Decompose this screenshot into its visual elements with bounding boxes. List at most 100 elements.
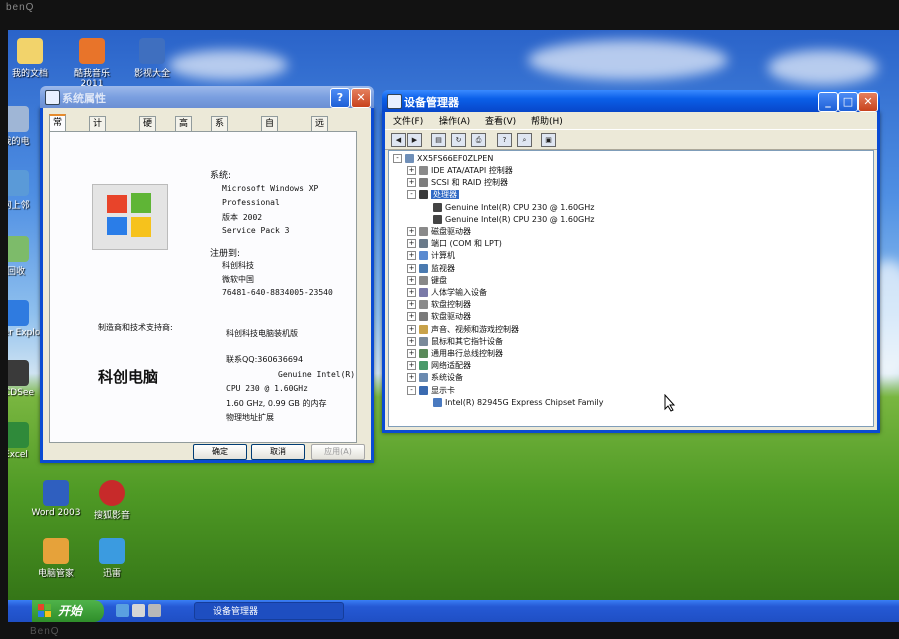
expand-icon[interactable]: +: [407, 288, 416, 297]
tree-node-label: 键盘: [431, 275, 447, 285]
expand-icon[interactable]: +: [407, 239, 416, 249]
tree-category[interactable]: + 鼠标和其它指针设备: [407, 336, 503, 348]
desktop-icon-my-documents[interactable]: 我的文档: [8, 38, 60, 79]
tree-category[interactable]: - 显示卡: [407, 385, 455, 397]
desktop-icon-thunder[interactable]: 迅雷: [82, 538, 142, 579]
desktop-icon-pc-manager[interactable]: 电脑管家: [26, 538, 86, 579]
collapse-icon: -: [393, 154, 402, 163]
print-icon[interactable]: ⎙: [471, 133, 486, 147]
oem-name: 科创科技电脑装机版: [226, 329, 298, 338]
expand-icon[interactable]: +: [407, 312, 416, 322]
tree-root-computer[interactable]: - XX5FS66EF0ZLPEN: [393, 153, 493, 165]
quick-launch-media-icon[interactable]: [148, 604, 161, 617]
collapse-icon[interactable]: -: [407, 190, 416, 200]
monitor-brand-bottom: BenQ: [30, 626, 60, 637]
tree-node-label: 通用串行总线控制器: [431, 349, 503, 358]
expand-icon[interactable]: +: [407, 166, 416, 175]
tree-node-label: 处理器: [431, 190, 459, 200]
system-properties-titlebar[interactable]: 系统属性 ? ✕: [40, 86, 374, 108]
tree-device-item[interactable]: Genuine Intel(R) CPU 230 @ 1.60GHz: [433, 202, 594, 214]
shield-icon: [43, 538, 69, 564]
tree-category[interactable]: + 端口 (COM 和 LPT): [407, 238, 502, 250]
help-icon[interactable]: ?: [497, 133, 512, 147]
expand-icon[interactable]: +: [407, 251, 416, 261]
tree-node-label: 声音、视频和游戏控制器: [431, 324, 519, 334]
device-manager-window: 设备管理器 _ □ ✕ 文件(F) 操作(A) 查看(V) 帮助(H) ◀ ▶ …: [382, 90, 880, 433]
expand-icon[interactable]: +: [407, 324, 416, 334]
expand-icon[interactable]: +: [407, 227, 416, 236]
cloud: [528, 40, 728, 80]
desktop-icon-word[interactable]: Word 2003: [26, 480, 86, 518]
collapse-icon[interactable]: -: [407, 385, 416, 395]
tree-category[interactable]: + 软盘驱动器: [407, 311, 471, 323]
taskbar-item-device-manager[interactable]: 设备管理器: [194, 602, 344, 620]
tree-category[interactable]: + 通用串行总线控制器: [407, 348, 503, 360]
desktop-icon-kuwo-music[interactable]: 酷我音乐 2011: [62, 38, 122, 89]
properties-icon[interactable]: ▤: [431, 133, 446, 147]
menu-help[interactable]: 帮助(H): [531, 114, 563, 127]
desktop-icon-sohu-video[interactable]: 搜狐影音: [82, 480, 142, 521]
refresh-icon[interactable]: ↻: [451, 133, 466, 147]
expand-icon[interactable]: +: [407, 275, 416, 285]
tree-category[interactable]: + 系统设备: [407, 372, 463, 384]
device-tree: - XX5FS66EF0ZLPEN + IDE ATA/ATAPI 控制器 + SCSI…: [388, 150, 874, 427]
help-button[interactable]: ?: [330, 88, 350, 108]
tree-category[interactable]: + 监视器: [407, 263, 455, 275]
device-manager-titlebar[interactable]: 设备管理器 _ □ ✕: [382, 90, 880, 112]
oem-label: 制造商和技术支持商:: [98, 323, 173, 332]
expand-icon[interactable]: +: [407, 349, 416, 358]
tree-category[interactable]: + 磁盘驱动器: [407, 226, 471, 238]
close-button[interactable]: ✕: [351, 88, 371, 108]
menu-view[interactable]: 查看(V): [485, 114, 516, 127]
tree-category[interactable]: + 键盘: [407, 275, 447, 287]
tab-remote[interactable]: 远程: [311, 116, 329, 143]
tree-category[interactable]: + 网络适配器: [407, 360, 471, 372]
apply-button[interactable]: 应用(A): [311, 444, 365, 460]
close-button[interactable]: ✕: [858, 92, 878, 112]
expand-icon[interactable]: +: [407, 373, 416, 383]
desktop-icon-label: 迅雷: [102, 569, 121, 579]
tree-node-label: Genuine Intel(R) CPU 230 @ 1.60GHz: [445, 202, 595, 212]
tab-advanced[interactable]: 高级: [175, 116, 193, 143]
tree-category[interactable]: + 人体学输入设备: [407, 287, 487, 299]
tree-category[interactable]: + 声音、视频和游戏控制器: [407, 324, 519, 336]
device-icon[interactable]: ▣: [541, 133, 556, 147]
scan-hardware-icon[interactable]: ⌕: [517, 133, 532, 147]
back-arrow-icon[interactable]: ◀: [391, 133, 406, 147]
os-name: Microsoft Windows XP: [222, 184, 319, 193]
tree-category[interactable]: + SCSI 和 RAID 控制器: [407, 177, 508, 189]
menu-file[interactable]: 文件(F): [393, 114, 423, 127]
tree-device-item[interactable]: Intel(R) 82945G Express Chipset Family: [433, 397, 604, 409]
quick-launch-ie-icon[interactable]: [116, 604, 129, 617]
minimize-button[interactable]: _: [818, 92, 838, 112]
expand-icon[interactable]: +: [407, 178, 416, 188]
expand-icon[interactable]: +: [407, 336, 416, 346]
tree-category[interactable]: + 软盘控制器: [407, 299, 471, 311]
desktop-icon-video[interactable]: 影视大全: [122, 38, 182, 79]
system-properties-window: 系统属性 ? ✕ 常规 计算机名 硬件 高级 系统还原 自动更新 远程 系统:: [40, 86, 374, 463]
tree-category[interactable]: + 计算机: [407, 250, 455, 262]
menu-action[interactable]: 操作(A): [439, 114, 470, 127]
tab-system-restore[interactable]: 系统还原: [211, 116, 229, 171]
tree-category[interactable]: - 处理器: [407, 189, 459, 201]
maximize-button[interactable]: □: [838, 92, 858, 112]
network-icon: [8, 170, 29, 196]
tab-hardware[interactable]: 硬件: [139, 116, 157, 143]
music-icon: [79, 38, 105, 64]
desktop-icon-label: 我的电: [8, 137, 30, 147]
forward-arrow-icon[interactable]: ▶: [407, 133, 422, 147]
cancel-button[interactable]: 取消: [251, 444, 305, 460]
device-category-icon: [433, 214, 442, 224]
tree-node-label: Intel(R) 82945G Express Chipset Family: [445, 397, 604, 407]
tree-category[interactable]: + IDE ATA/ATAPI 控制器: [407, 165, 513, 177]
tree-device-item[interactable]: Genuine Intel(R) CPU 230 @ 1.60GHz: [433, 214, 594, 226]
device-category-icon: [419, 227, 428, 236]
quick-launch-desktop-icon[interactable]: [132, 604, 145, 617]
ok-button[interactable]: 确定: [193, 444, 247, 460]
tab-computer-name[interactable]: 计算机名: [89, 116, 107, 171]
expand-icon[interactable]: +: [407, 263, 416, 273]
expand-icon[interactable]: +: [407, 300, 416, 310]
tree-node-label: 软盘驱动器: [431, 312, 471, 322]
tab-auto-update[interactable]: 自动更新: [261, 116, 279, 171]
expand-icon[interactable]: +: [407, 361, 416, 371]
